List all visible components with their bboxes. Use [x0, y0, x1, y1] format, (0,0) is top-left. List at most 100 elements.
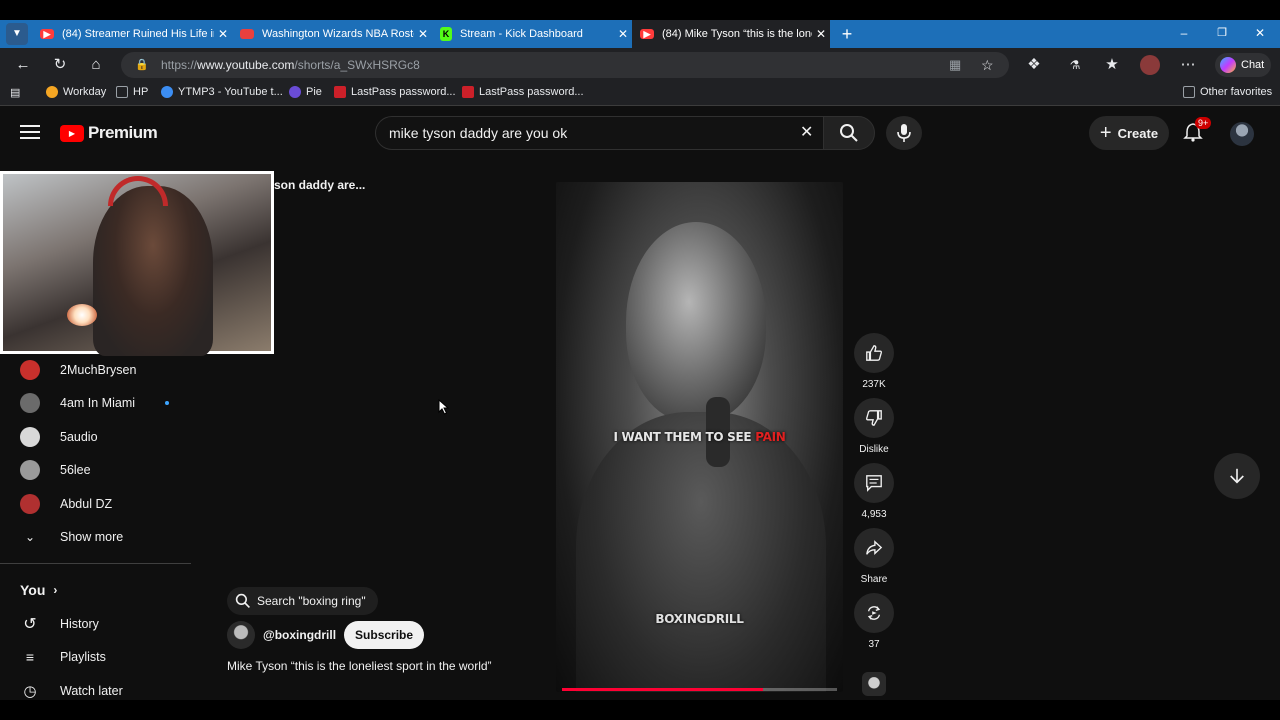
- channel-name: 5audio: [60, 430, 98, 444]
- plus-icon: +: [1099, 121, 1112, 144]
- close-window-icon[interactable]: ✕: [1252, 26, 1268, 42]
- remix-circle: [854, 593, 894, 633]
- favorites-icon[interactable]: ★: [1101, 54, 1123, 76]
- notification-badge: 9+: [1195, 117, 1212, 129]
- remix-button[interactable]: 37: [854, 593, 894, 650]
- sidebar-toggle-icon[interactable]: ▤: [10, 86, 20, 99]
- tab-streamer-video[interactable]: ▶ (84) Streamer Ruined His Life in 7 ✕: [32, 20, 232, 48]
- url-host: www.youtube.com: [197, 58, 295, 72]
- thumbs-up-icon: [866, 345, 882, 361]
- favorite-hp[interactable]: HP: [116, 86, 148, 98]
- share-button[interactable]: Share: [854, 528, 894, 585]
- close-tab-icon[interactable]: ✕: [414, 27, 432, 41]
- refresh-icon[interactable]: ↻: [49, 54, 71, 76]
- subscription-item[interactable]: 2MuchBrysen: [20, 358, 136, 382]
- sidebar-item-playlists[interactable]: ≡ Playlists: [20, 645, 106, 669]
- nba-favicon-icon: [240, 29, 254, 39]
- search-input[interactable]: mike tyson daddy are you ok ✕: [375, 116, 823, 150]
- partial-video-title: son daddy are...: [274, 178, 366, 192]
- sound-avatar[interactable]: [862, 672, 886, 696]
- clear-search-icon[interactable]: ✕: [800, 117, 813, 149]
- ytmp3-icon: [161, 86, 173, 98]
- browser-essentials-icon[interactable]: ⚗: [1064, 54, 1086, 76]
- sidebar-item-history[interactable]: ↺ History: [20, 612, 99, 636]
- favorite-label: Workday: [63, 86, 107, 98]
- address-bar[interactable]: 🔒 https://www.youtube.com/shorts/a_SWxHS…: [121, 52, 1009, 78]
- search-button[interactable]: [823, 116, 875, 150]
- tab-title: Stream - Kick Dashboard: [460, 28, 583, 40]
- tab-title: Washington Wizards NBA Roster: [262, 28, 414, 40]
- create-button[interactable]: + Create: [1089, 116, 1169, 150]
- channel-name: Abdul DZ: [60, 497, 113, 511]
- account-avatar[interactable]: [1230, 122, 1254, 146]
- search-suggestion-chip[interactable]: Search "boxing ring": [227, 587, 378, 615]
- folder-icon: [1183, 86, 1195, 98]
- extensions-icon[interactable]: ❖: [1023, 54, 1045, 76]
- show-more-button[interactable]: ⌄ Show more: [20, 525, 123, 549]
- channel-avatar[interactable]: [227, 621, 255, 649]
- favorite-label: YTMP3 - YouTube t...: [178, 86, 283, 98]
- video-subject-head: [626, 222, 766, 422]
- tab-kick-dashboard[interactable]: K Stream - Kick Dashboard ✕: [432, 20, 632, 48]
- caption-text: I WANT THEM TO SEE: [613, 430, 756, 444]
- video-progress-track[interactable]: [562, 688, 837, 691]
- channel-handle[interactable]: @boxingdrill: [263, 628, 336, 642]
- favorite-ytmp3[interactable]: YTMP3 - YouTube t...: [161, 86, 283, 98]
- notifications-button[interactable]: 9+: [1183, 117, 1212, 144]
- subscription-item[interactable]: 4am In Miami: [20, 391, 170, 415]
- short-video-player[interactable]: I WANT THEM TO SEE PAIN BOXINGDRILL: [556, 182, 843, 692]
- next-short-button[interactable]: [1214, 453, 1260, 499]
- tab-list-dropdown-button[interactable]: ▼: [6, 23, 28, 45]
- you-section-header[interactable]: You ›: [20, 578, 57, 602]
- favorite-workday[interactable]: Workday: [46, 86, 106, 98]
- playlists-icon: ≡: [25, 649, 35, 665]
- favorite-lastpass-2[interactable]: LastPass password...: [462, 86, 584, 98]
- minimize-icon[interactable]: –: [1176, 26, 1192, 42]
- you-label: You: [20, 582, 46, 598]
- close-tab-icon[interactable]: ✕: [214, 27, 232, 41]
- youtube-logo[interactable]: ▶ Premium: [60, 123, 158, 143]
- new-content-dot-icon: [165, 401, 170, 405]
- subscribe-button[interactable]: Subscribe: [344, 621, 425, 649]
- app-available-icon[interactable]: ▦: [949, 52, 961, 78]
- close-tab-icon[interactable]: ✕: [812, 27, 830, 41]
- comments-button[interactable]: 4,953: [854, 463, 894, 520]
- subscription-item[interactable]: 56lee: [20, 458, 91, 482]
- more-menu-icon[interactable]: ⋯: [1177, 54, 1199, 76]
- channel-name: 4am In Miami: [60, 396, 136, 410]
- video-progress-fill: [562, 688, 763, 691]
- tab-mike-tyson-short[interactable]: ▶ (84) Mike Tyson “this is the loneli ✕: [632, 20, 830, 48]
- restore-icon[interactable]: ❐: [1214, 26, 1230, 42]
- tab-wizards-roster[interactable]: Washington Wizards NBA Roster ✕: [232, 20, 432, 48]
- copilot-chat-button[interactable]: Chat: [1215, 53, 1271, 77]
- dislike-circle: [854, 398, 894, 438]
- favorite-lastpass-1[interactable]: LastPass password...: [334, 86, 456, 98]
- other-favorites[interactable]: Other favorites: [1183, 86, 1272, 98]
- like-count: 237K: [862, 379, 886, 390]
- channel-avatar: [20, 494, 40, 514]
- back-icon[interactable]: ←: [12, 54, 34, 76]
- voice-search-button[interactable]: [886, 116, 922, 150]
- video-caption: I WANT THEM TO SEE PAIN: [556, 430, 843, 444]
- video-subject-body: [576, 412, 826, 692]
- webcam-headphones: [108, 176, 168, 206]
- favorite-label: Pie: [306, 86, 322, 98]
- favorite-pie[interactable]: Pie: [289, 86, 322, 98]
- subscription-item[interactable]: Abdul DZ: [20, 492, 112, 516]
- dislike-button[interactable]: Dislike: [854, 398, 894, 455]
- mouse-cursor-icon: [438, 399, 450, 415]
- hamburger-menu-icon[interactable]: [20, 122, 40, 142]
- channel-avatar: [20, 460, 40, 480]
- subscription-item[interactable]: 5audio: [20, 425, 98, 449]
- home-icon[interactable]: ⌂: [85, 54, 107, 76]
- like-button[interactable]: 237K: [854, 333, 894, 390]
- lock-icon: 🔒: [135, 59, 149, 71]
- channel-name: 2MuchBrysen: [60, 363, 137, 377]
- close-tab-icon[interactable]: ✕: [614, 27, 632, 41]
- microphone-icon: [897, 124, 911, 142]
- new-tab-icon[interactable]: +: [836, 23, 858, 45]
- favorite-star-icon[interactable]: ☆: [981, 52, 994, 78]
- profile-avatar[interactable]: [1140, 55, 1160, 75]
- folder-icon: [116, 86, 128, 98]
- kick-favicon-icon: K: [440, 27, 452, 41]
